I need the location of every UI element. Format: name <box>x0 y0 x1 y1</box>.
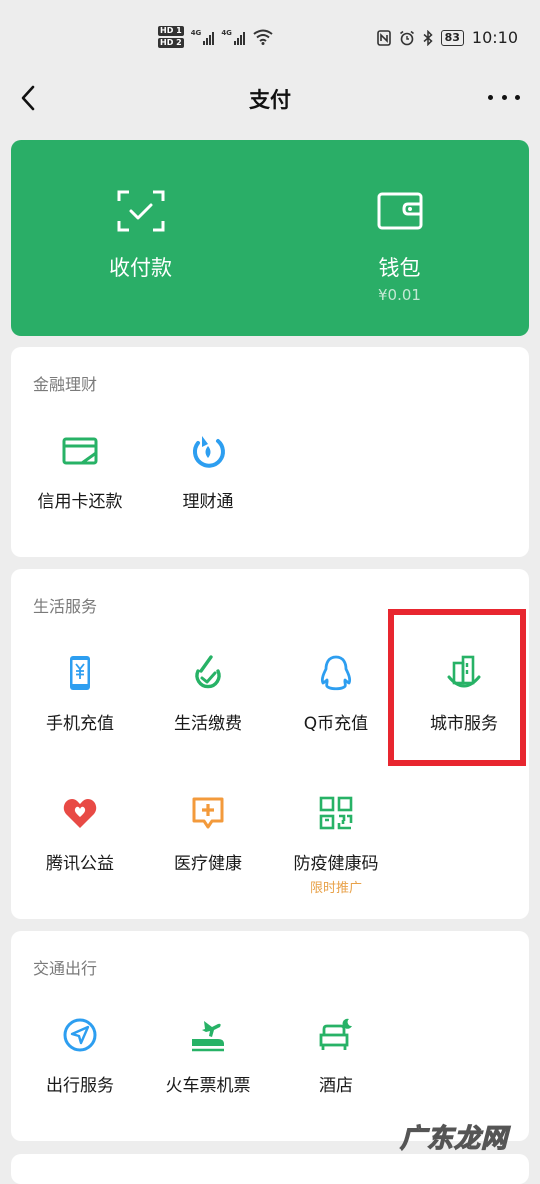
nfc-icon <box>376 29 391 46</box>
sim-indicators: HD 1 HD 2 <box>158 26 184 48</box>
wifi-icon <box>253 29 273 45</box>
section-title: 金融理财 <box>33 375 98 394</box>
status-bar-left: HD 1 HD 2 4G 4G <box>158 26 273 48</box>
section-title: 交通出行 <box>33 959 98 978</box>
signal-icon-2: 4G <box>221 29 245 45</box>
service-label: 酒店 <box>319 1076 353 1096</box>
more-dot <box>515 94 520 100</box>
service-label: 出行服务 <box>46 1076 114 1096</box>
network-type-2: 4G <box>221 29 232 37</box>
wealth-drop-icon <box>192 436 225 468</box>
heart-icon <box>63 799 97 828</box>
medical-plus-icon <box>192 797 224 829</box>
service-label: 生活缴费 <box>174 714 242 734</box>
bluetooth-icon <box>423 29 433 46</box>
phone-yuan-icon <box>70 656 90 690</box>
collect-pay-button[interactable]: 收付款 <box>11 140 270 336</box>
pay-card: 收付款 钱包 ¥0.01 <box>11 140 529 336</box>
network-type-1: 4G <box>190 29 202 37</box>
wallet-button[interactable]: 钱包 ¥0.01 <box>270 140 529 336</box>
sim2-badge: HD 2 <box>158 38 184 48</box>
hotel-bed-icon <box>319 1018 352 1050</box>
section-title: 生活服务 <box>33 597 98 616</box>
clock: 10:10 <box>471 28 518 47</box>
navigation-arrow-icon <box>63 1018 97 1052</box>
next-section-card <box>11 1154 529 1184</box>
signal-icon: 4G <box>191 29 215 45</box>
service-label: 信用卡还款 <box>37 492 123 512</box>
service-label: 理财通 <box>182 492 234 512</box>
highlight-box <box>388 609 526 766</box>
scan-check-icon <box>117 190 164 232</box>
qr-code-icon <box>319 796 353 830</box>
wallet-balance: ¥0.01 <box>378 286 421 304</box>
bill-check-icon <box>195 655 221 689</box>
status-bar: HD 1 HD 2 4G 4G 83 10:10 <box>0 0 540 80</box>
transport-section: 交通出行 出行服务 火车票机票 酒店 <box>11 931 529 1141</box>
service-label: 腾讯公益 <box>46 854 114 874</box>
more-button[interactable] <box>488 82 520 112</box>
wallet-icon <box>377 192 422 230</box>
service-label: 火车票机票 <box>165 1076 251 1096</box>
service-label: Q币充值 <box>303 714 369 734</box>
service-label: 手机充值 <box>46 714 114 734</box>
wallet-label: 钱包 <box>378 256 421 280</box>
credit-card-icon <box>62 437 98 465</box>
nav-bar: 支付 <box>0 72 540 126</box>
collect-pay-label: 收付款 <box>109 256 172 280</box>
penguin-icon <box>320 655 352 691</box>
more-dot <box>501 94 507 100</box>
promo-tag: 限时推广 <box>309 881 362 896</box>
service-label: 医疗健康 <box>174 854 242 874</box>
service-label: 防疫健康码 <box>293 854 379 874</box>
battery-level: 83 <box>440 29 464 46</box>
train-plane-icon <box>192 1021 224 1052</box>
status-bar-right: 83 10:10 <box>376 28 518 47</box>
alarm-icon <box>399 30 414 45</box>
watermark-text: 广东龙网 <box>399 1123 509 1154</box>
more-dot <box>488 94 493 100</box>
finance-section: 金融理财 信用卡还款 理财通 <box>11 347 529 557</box>
sim1-badge: HD 1 <box>158 26 184 36</box>
page-title: 支付 <box>249 88 291 112</box>
